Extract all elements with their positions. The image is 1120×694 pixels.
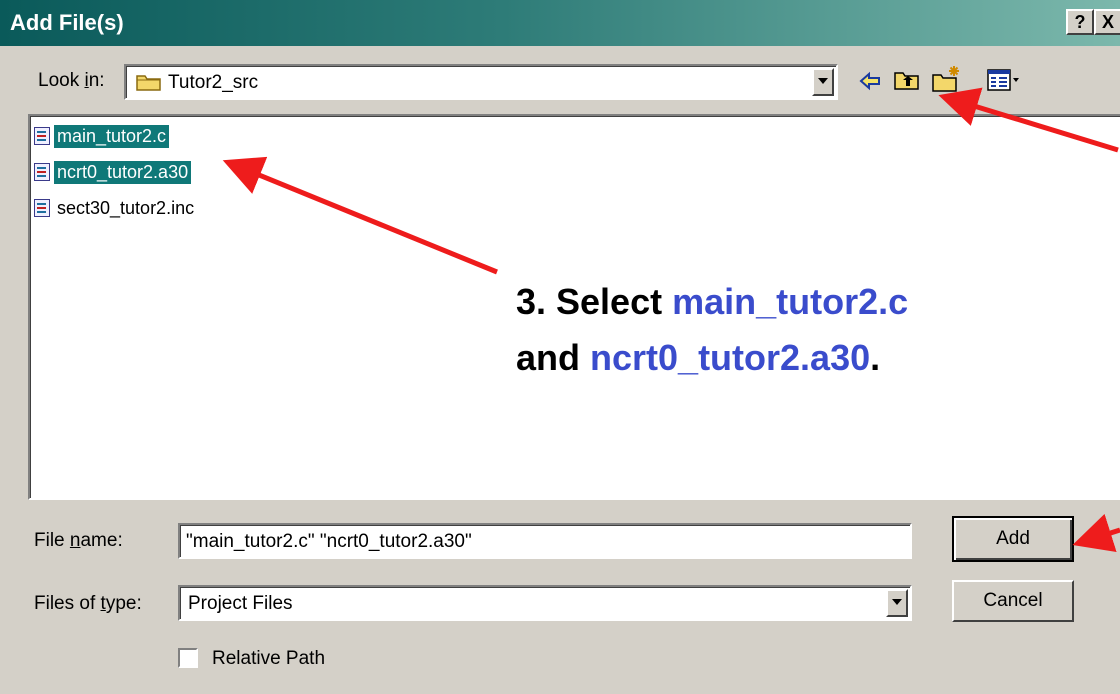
file-name: main_tutor2.c bbox=[52, 123, 171, 149]
back-arrow-icon[interactable] bbox=[858, 70, 882, 97]
up-folder-icon[interactable] bbox=[893, 68, 921, 97]
files-of-type-combo[interactable]: Project Files bbox=[178, 585, 912, 621]
asm-file-icon bbox=[34, 163, 50, 181]
look-in-combo[interactable]: Tutor2_src bbox=[124, 64, 838, 100]
annotation-line-2: and ncrt0_tutor2.a30. bbox=[516, 337, 881, 378]
look-in-value: Tutor2_src bbox=[168, 72, 259, 93]
view-menu-icon[interactable] bbox=[986, 68, 1022, 97]
new-folder-icon[interactable] bbox=[930, 64, 962, 99]
file-name: ncrt0_tutor2.a30 bbox=[54, 160, 192, 184]
arrow-to-add-button bbox=[1072, 513, 1120, 553]
look-in-label: Look in: bbox=[38, 70, 105, 91]
relative-path-label: Relative Path bbox=[212, 648, 326, 669]
files-of-type-label: Files of type: bbox=[34, 593, 142, 614]
title-bar[interactable]: Add File(s) ? X bbox=[0, 0, 1120, 46]
file-name-value: "main_tutor2.c" "ncrt0_tutor2.a30" bbox=[186, 531, 472, 552]
annotation-line-1: 3. Select main_tutor2.c bbox=[516, 281, 909, 322]
annotation-file-2: ncrt0_tutor2.a30 bbox=[590, 337, 871, 378]
file-item-ncrt0-tutor2-a30[interactable]: ncrt0_tutor2.a30 bbox=[34, 160, 192, 184]
inc-file-icon bbox=[34, 199, 50, 217]
file-name-label: File name: bbox=[34, 530, 123, 551]
window-title: Add File(s) bbox=[10, 10, 124, 35]
file-name: sect30_tutor2.inc bbox=[57, 197, 195, 218]
folder-icon bbox=[136, 72, 162, 97]
add-files-dialog: Add File(s) ? X Look in: Tutor2_src main… bbox=[0, 0, 1120, 694]
annotation-file-1: main_tutor2.c bbox=[672, 281, 909, 322]
close-button[interactable]: X bbox=[1094, 9, 1120, 35]
file-item-sect30-tutor2-inc[interactable]: sect30_tutor2.inc bbox=[34, 196, 197, 220]
look-in-dropdown-button[interactable] bbox=[812, 68, 834, 96]
add-button[interactable]: Add bbox=[952, 516, 1074, 562]
files-of-type-value: Project Files bbox=[188, 593, 293, 614]
help-button[interactable]: ? bbox=[1066, 9, 1094, 35]
file-name-input[interactable]: "main_tutor2.c" "ncrt0_tutor2.a30" bbox=[178, 523, 912, 559]
file-item-main-tutor2-c[interactable]: main_tutor2.c bbox=[34, 123, 171, 149]
files-of-type-dropdown-button[interactable] bbox=[886, 589, 908, 617]
c-file-icon bbox=[34, 127, 50, 145]
relative-path-checkbox[interactable] bbox=[178, 648, 198, 668]
cancel-button[interactable]: Cancel bbox=[952, 580, 1074, 622]
